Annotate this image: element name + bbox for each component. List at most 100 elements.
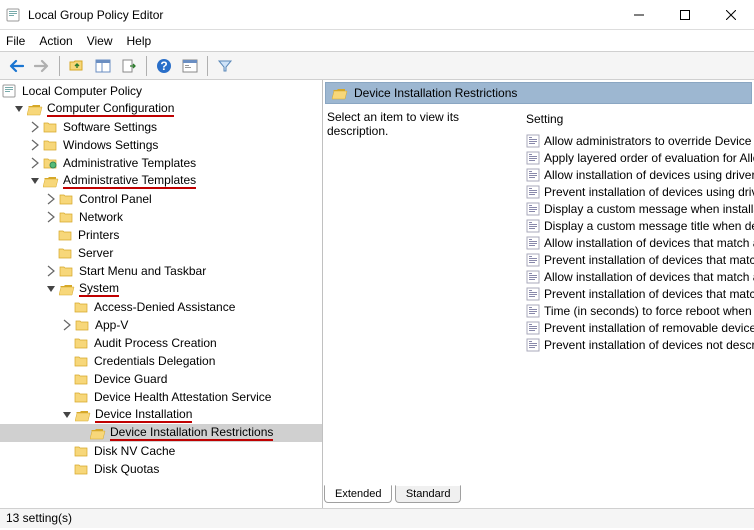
tree-control-panel[interactable]: Control Panel — [0, 190, 322, 208]
tree-device-health-attestation[interactable]: Device Health Attestation Service — [0, 388, 322, 406]
folder-open-icon — [59, 282, 75, 296]
tree-network[interactable]: Network — [0, 208, 322, 226]
help-button[interactable] — [152, 55, 176, 77]
description-column: Select an item to view its description. — [323, 110, 526, 486]
setting-label: Display a custom message when installati… — [544, 202, 754, 216]
menu-help[interactable]: Help — [127, 34, 152, 48]
tree-administrative-templates-2[interactable]: Administrative Templates — [0, 172, 322, 190]
gear-folder-icon — [43, 156, 59, 170]
menu-action[interactable]: Action — [39, 34, 72, 48]
tree-credentials-delegation[interactable]: Credentials Delegation — [0, 352, 322, 370]
policy-icon — [526, 219, 540, 233]
tree-administrative-templates-1[interactable]: Administrative Templates — [0, 154, 322, 172]
expand-icon[interactable] — [28, 120, 42, 134]
menubar: File Action View Help — [0, 30, 754, 51]
folder-icon — [58, 246, 74, 260]
setting-row[interactable]: Prevent installation of devices not desc… — [526, 336, 754, 353]
tree-root[interactable]: Local Computer Policy — [0, 82, 322, 100]
setting-row[interactable]: Apply layered order of evaluation for Al… — [526, 149, 754, 166]
setting-label: Allow administrators to override Device … — [544, 134, 754, 148]
window-title: Local Group Policy Editor — [28, 8, 163, 22]
setting-label: Display a custom message title when devi… — [544, 219, 754, 233]
export-list-button[interactable] — [117, 55, 141, 77]
expand-icon[interactable] — [28, 174, 42, 188]
tree-disk-nv-cache[interactable]: Disk NV Cache — [0, 442, 322, 460]
tree-pane[interactable]: Local Computer Policy Computer Configura… — [0, 80, 323, 508]
setting-row[interactable]: Allow installation of devices that match… — [526, 234, 754, 251]
details-pane: Device Installation Restrictions Select … — [323, 80, 754, 508]
expand-icon[interactable] — [44, 210, 58, 224]
toolbar-separator — [59, 56, 60, 76]
tree-label: Local Computer Policy — [22, 84, 142, 98]
tree-disk-quotas[interactable]: Disk Quotas — [0, 460, 322, 478]
tree-label: Device Installation Restrictions — [110, 425, 273, 441]
tree-windows-settings[interactable]: Windows Settings — [0, 136, 322, 154]
nav-back-button[interactable] — [4, 55, 28, 77]
tree-audit-process-creation[interactable]: Audit Process Creation — [0, 334, 322, 352]
setting-row[interactable]: Prevent installation of devices that mat… — [526, 285, 754, 302]
tree-printers[interactable]: Printers — [0, 226, 322, 244]
setting-row[interactable]: Time (in seconds) to force reboot when r… — [526, 302, 754, 319]
setting-row[interactable]: Prevent installation of removable device… — [526, 319, 754, 336]
menu-view[interactable]: View — [87, 34, 113, 48]
tree-access-denied-assistance[interactable]: Access-Denied Assistance — [0, 298, 322, 316]
properties-button[interactable] — [178, 55, 202, 77]
tree-server[interactable]: Server — [0, 244, 322, 262]
policy-icon — [526, 202, 540, 216]
folder-icon — [74, 300, 90, 314]
expand-icon[interactable] — [44, 282, 58, 296]
tree-label: Software Settings — [63, 120, 157, 134]
expand-icon[interactable] — [28, 138, 42, 152]
settings-list[interactable]: Setting Allow administrators to override… — [526, 110, 754, 486]
setting-label: Prevent installation of devices that mat… — [544, 287, 754, 301]
tree-label: Access-Denied Assistance — [94, 300, 235, 314]
setting-label: Prevent installation of devices that mat… — [544, 253, 754, 267]
setting-row[interactable]: Prevent installation of devices that mat… — [526, 251, 754, 268]
tree-app-v[interactable]: App-V — [0, 316, 322, 334]
tree-system[interactable]: System — [0, 280, 322, 298]
tree-software-settings[interactable]: Software Settings — [0, 118, 322, 136]
tab-standard[interactable]: Standard — [395, 485, 462, 503]
expand-icon[interactable] — [28, 156, 42, 170]
toolbar-separator — [207, 56, 208, 76]
setting-label: Allow installation of devices that match… — [544, 270, 754, 284]
setting-row[interactable]: Allow installation of devices using driv… — [526, 166, 754, 183]
policy-icon — [526, 236, 540, 250]
tree-label: Audit Process Creation — [94, 336, 217, 350]
expand-icon[interactable] — [60, 318, 74, 332]
tree-start-menu-taskbar[interactable]: Start Menu and Taskbar — [0, 262, 322, 280]
tree-label: Device Installation — [95, 407, 192, 423]
filter-button[interactable] — [213, 55, 237, 77]
setting-row[interactable]: Display a custom message when installati… — [526, 200, 754, 217]
setting-row[interactable]: Allow administrators to override Device … — [526, 132, 754, 149]
setting-row[interactable]: Prevent installation of devices using dr… — [526, 183, 754, 200]
tree-computer-configuration[interactable]: Computer Configuration — [0, 100, 322, 118]
folder-icon — [74, 354, 90, 368]
tab-extended[interactable]: Extended — [324, 485, 392, 503]
tree-device-installation[interactable]: Device Installation — [0, 406, 322, 424]
policy-icon — [526, 287, 540, 301]
tree-label: Server — [78, 246, 113, 260]
policy-icon — [526, 168, 540, 182]
maximize-button[interactable] — [662, 0, 708, 30]
setting-label: Time (in seconds) to force reboot when r… — [544, 304, 754, 318]
policy-icon — [526, 134, 540, 148]
tree-device-installation-restrictions[interactable]: Device Installation Restrictions — [0, 424, 322, 442]
show-hide-tree-button[interactable] — [91, 55, 115, 77]
menu-file[interactable]: File — [6, 34, 25, 48]
settings-column-header[interactable]: Setting — [526, 110, 754, 132]
tree-device-guard[interactable]: Device Guard — [0, 370, 322, 388]
tree-label: Administrative Templates — [63, 173, 196, 189]
minimize-button[interactable] — [616, 0, 662, 30]
setting-row[interactable]: Display a custom message title when devi… — [526, 217, 754, 234]
expand-icon[interactable] — [44, 264, 58, 278]
close-button[interactable] — [708, 0, 754, 30]
tree-label: Windows Settings — [63, 138, 158, 152]
nav-forward-button[interactable] — [30, 55, 54, 77]
tree-label: Credentials Delegation — [94, 354, 215, 368]
expand-icon[interactable] — [44, 192, 58, 206]
expand-icon[interactable] — [60, 408, 74, 422]
expand-icon[interactable] — [12, 102, 26, 116]
setting-row[interactable]: Allow installation of devices that match… — [526, 268, 754, 285]
up-button[interactable] — [65, 55, 89, 77]
